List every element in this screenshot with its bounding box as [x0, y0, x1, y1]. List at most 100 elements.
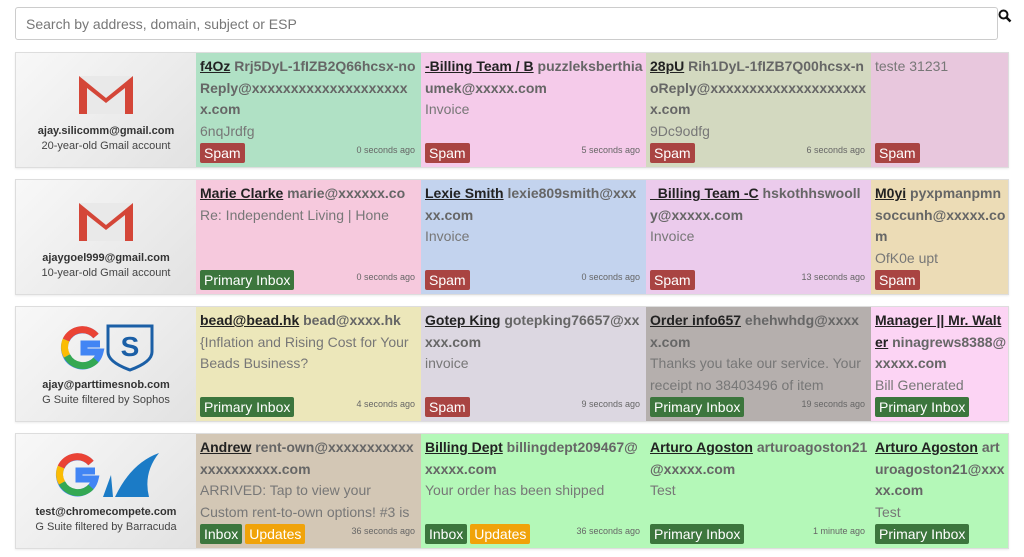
account-row: ajay.silicomm@gmail.com 20-year-old Gmail…	[15, 52, 1009, 168]
placement-badge: Spam	[875, 270, 920, 290]
sender-name-link[interactable]: Lexie Smith	[425, 185, 504, 201]
sender-name-link[interactable]: _Billing Team -C	[650, 185, 759, 201]
sender-name-link[interactable]: Billing Dept	[425, 439, 503, 455]
gmail-logo	[16, 190, 196, 250]
placement-badge: Primary Inbox	[200, 270, 295, 290]
svg-text:S: S	[121, 331, 140, 362]
email-subject: Invoice	[425, 228, 470, 244]
sender-name-link[interactable]: bead@bead.hk	[200, 312, 299, 328]
account-card: ajaygoel999@gmail.com 10-year-old Gmail a…	[16, 180, 196, 294]
email-subject: Test	[650, 482, 676, 498]
email-result-cell[interactable]: Arturo Agoston arturoagoston21@xxxxx.com…	[646, 434, 871, 548]
account-description: G Suite filtered by Sophos	[42, 394, 170, 406]
email-subject: teste 31231	[875, 58, 949, 74]
timestamp: 0 seconds ago	[581, 271, 640, 282]
sender-name-link[interactable]: Marie Clarke	[200, 185, 283, 201]
sender-email: ninagrews8388@xxxxx.com	[875, 333, 1007, 372]
email-result-cell[interactable]: Gotep King gotepking76657@xxxxx.com invoi…	[421, 307, 646, 421]
email-subject: OfK0e upt	[875, 249, 939, 266]
email-result-cell[interactable]: teste 31231 Spam	[871, 53, 1008, 167]
placement-badge: Primary Inbox	[650, 397, 745, 417]
sender-email: Rrj5DyL-1fIZB2Q66hcsx-noReply@xxxxxxxxxx…	[200, 58, 416, 117]
email-subject: 6nqJrdfg	[200, 122, 255, 139]
email-result-cell[interactable]: Billing Dept billingdept209467@xxxxx.com…	[421, 434, 646, 548]
email-subject: invoice	[425, 355, 469, 371]
timestamp: 4 seconds ago	[356, 398, 415, 409]
gmail-logo	[16, 63, 196, 123]
sender-name-link[interactable]: -Billing Team / B	[425, 58, 534, 74]
placement-badge: Spam	[650, 270, 695, 290]
account-row: Sajay@parttimesnob.com G Suite filtered b…	[15, 306, 1009, 422]
account-email: ajay@parttimesnob.com	[42, 379, 170, 391]
email-subject: Bill Generated	[875, 376, 964, 393]
account-description: G Suite filtered by Barracuda	[35, 521, 177, 533]
sender-name-link[interactable]: Order info657	[650, 312, 741, 328]
timestamp: 36 seconds ago	[576, 525, 640, 536]
sender-name-link[interactable]: Gotep King	[425, 312, 500, 328]
account-description: 10-year-old Gmail account	[41, 267, 171, 279]
placement-badge: Spam	[875, 143, 920, 163]
account-email: ajay.silicomm@gmail.com	[37, 125, 175, 137]
email-result-cell[interactable]: f4Oz Rrj5DyL-1fIZB2Q66hcsx-noReply@xxxxx…	[196, 53, 421, 167]
email-subject: Your order has been shipped	[425, 482, 605, 498]
sender-name-link[interactable]: Arturo Agoston	[875, 439, 978, 455]
email-subject: Test	[875, 503, 901, 520]
placement-badge: Spam	[425, 270, 470, 290]
account-card: Sajay@parttimesnob.com G Suite filtered b…	[16, 307, 196, 421]
email-result-cell[interactable]: Order info657 ehehwhdg@xxxxx.com Thanks y…	[646, 307, 871, 421]
timestamp: 9 seconds ago	[581, 398, 640, 409]
placement-badge: Spam	[200, 143, 245, 163]
placement-badge: Updates	[470, 524, 531, 544]
gsuite-barracuda-logo	[16, 444, 196, 504]
email-result-cell[interactable]: Andrew rent-own@xxxxxxxxxxxxxxxxxxxxx.co…	[196, 434, 421, 548]
email-subject: {Inflation and Rising Cost for Your Bead…	[200, 333, 409, 372]
placement-badge: Primary Inbox	[650, 524, 745, 544]
search-input[interactable]	[15, 7, 998, 40]
search-icon[interactable]	[998, 9, 1012, 23]
email-result-cell[interactable]: M0yi pyxpmanpmnsoccunh@xxxxx.com OfK0e up…	[871, 180, 1008, 294]
placement-badge: Inbox	[200, 524, 243, 544]
account-row: test@chromecompete.com G Suite filtered b…	[15, 433, 1009, 549]
email-subject: 9Dc9odfg	[650, 122, 710, 139]
email-result-cell[interactable]: Marie Clarke marie@xxxxxx.co Re: Independ…	[196, 180, 421, 294]
placement-badge: Spam	[425, 397, 470, 417]
placement-badge: Primary Inbox	[200, 397, 295, 417]
timestamp: 5 seconds ago	[581, 144, 640, 155]
sender-name-link[interactable]: 28pU	[650, 58, 684, 74]
email-result-cell[interactable]: -Billing Team / B puzzleksberthiaumek@xx…	[421, 53, 646, 167]
account-email: ajaygoel999@gmail.com	[42, 252, 170, 264]
email-result-cell[interactable]: bead@bead.hk bead@xxxx.hk {Inflation and …	[196, 307, 421, 421]
email-result-cell[interactable]: 28pU Rih1DyL-1fIZB7Q00hcsx-noReply@xxxxx…	[646, 53, 871, 167]
timestamp: 1 minute ago	[812, 525, 865, 536]
sender-name-link[interactable]: Arturo Agoston	[650, 439, 753, 455]
placement-badge: Primary Inbox	[875, 524, 970, 544]
account-card: test@chromecompete.com G Suite filtered b…	[16, 434, 196, 548]
account-email: test@chromecompete.com	[35, 506, 177, 518]
account-row: ajaygoel999@gmail.com 10-year-old Gmail a…	[15, 179, 1009, 295]
timestamp: 0 seconds ago	[356, 271, 415, 282]
sender-name-link[interactable]: f4Oz	[200, 58, 230, 74]
email-result-cell[interactable]: Arturo Agoston arturoagoston21@xxxxx.com…	[871, 434, 1008, 548]
placement-badge: Spam	[425, 143, 470, 163]
email-result-cell[interactable]: _Billing Team -C hskothhswoolly@xxxxx.co…	[646, 180, 871, 294]
timestamp: 0 seconds ago	[356, 144, 415, 155]
sender-email: marie@xxxxxx.co	[287, 185, 406, 201]
timestamp: 6 seconds ago	[806, 144, 865, 155]
email-subject: Invoice	[650, 228, 695, 244]
placement-badge: Primary Inbox	[875, 397, 970, 417]
sender-name-link[interactable]: Andrew	[200, 439, 251, 455]
gsuite-sophos-logo: S	[16, 317, 196, 377]
account-card: ajay.silicomm@gmail.com 20-year-old Gmail…	[16, 53, 196, 167]
email-subject: Re: Independent Living | Hone	[200, 206, 389, 223]
sender-name-link[interactable]: M0yi	[875, 185, 906, 201]
placement-badge: Inbox	[425, 524, 468, 544]
placement-badge: Spam	[650, 143, 695, 163]
account-description: 20-year-old Gmail account	[41, 140, 171, 152]
sender-email: bead@xxxx.hk	[303, 312, 401, 328]
email-subject: Thanks you take our service. Your receip…	[650, 355, 861, 393]
placement-badge: Updates	[245, 524, 306, 544]
timestamp: 19 seconds ago	[801, 398, 865, 409]
email-result-cell[interactable]: Lexie Smith lexie809smith@xxxxx.com Invoi…	[421, 180, 646, 294]
email-subject: ARRIVED: Tap to view your Custom rent-to…	[200, 482, 410, 520]
email-result-cell[interactable]: Manager || Mr. Walter ninagrews8388@xxxx…	[871, 307, 1008, 421]
